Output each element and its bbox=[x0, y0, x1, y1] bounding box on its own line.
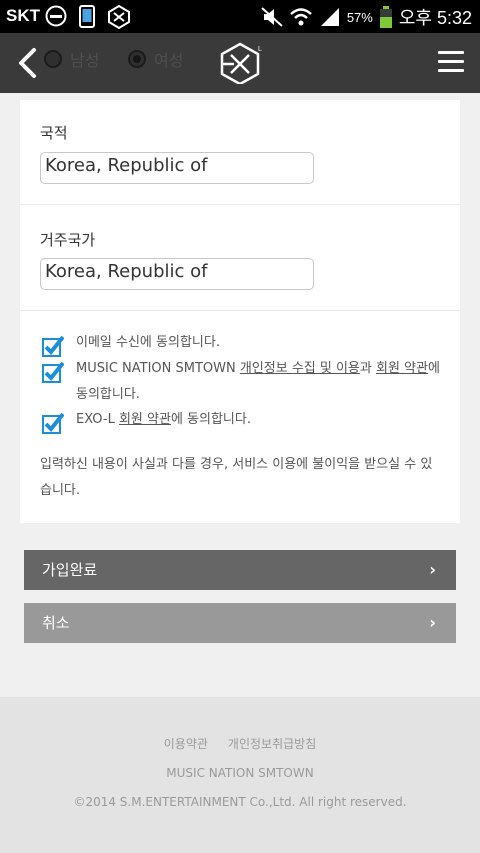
residence-select[interactable]: Korea, Republic of bbox=[40, 258, 314, 290]
agree-email-text: 이메일 수신에 동의합니다. bbox=[76, 335, 220, 350]
notice-text: 입력하신 내용이 사실과 다를 경우, 서비스 이용에 불이익을 받으실 수 있… bbox=[40, 457, 433, 498]
gender-female-label: 여성 bbox=[154, 51, 184, 70]
cancel-label: 취소 bbox=[42, 614, 70, 632]
status-bar: SKT 57% 오후 5:32 bbox=[0, 0, 480, 33]
nationality-section: 국적 Korea, Republic of bbox=[20, 100, 460, 205]
signup-form-card: 국적 Korea, Republic of 거주국가 Korea, Republ… bbox=[20, 100, 460, 523]
footer-copyright: ©2014 S.M.ENTERTAINMENT Co.,Ltd. All rig… bbox=[73, 795, 407, 809]
radio-female[interactable] bbox=[128, 50, 146, 68]
residence-section: 거주국가 Korea, Republic of bbox=[20, 205, 460, 311]
signal-icon bbox=[320, 8, 339, 26]
member-terms-link[interactable]: 회원 약관 bbox=[376, 361, 428, 376]
agree-exol-text: EXO-L 회원 약관에 동의합니다. bbox=[76, 412, 251, 427]
mute-icon bbox=[261, 7, 283, 27]
phone-icon bbox=[79, 5, 95, 28]
exo-l-logo-icon[interactable]: L bbox=[218, 42, 262, 84]
wifi-icon bbox=[289, 8, 312, 26]
agree-privacy-row: MUSIC NATION SMTOWN 개인정보 수집 및 이용과 회원 약관에… bbox=[42, 356, 448, 408]
nationality-select[interactable]: Korea, Republic of bbox=[40, 152, 314, 184]
gender-male-label: 남성 bbox=[70, 51, 100, 70]
top-header: 남성 여성 L bbox=[0, 33, 480, 93]
privacy-policy-link[interactable]: 개인정보 수집 및 이용 bbox=[240, 361, 360, 376]
footer-brand: MUSIC NATION SMTOWN bbox=[166, 766, 314, 780]
battery-percent: 57% bbox=[346, 9, 373, 25]
carrier-label: SKT bbox=[6, 6, 40, 25]
gender-option-male[interactable]: 남성 bbox=[44, 47, 99, 71]
privacy-link[interactable]: 개인정보취급방침 bbox=[228, 735, 316, 752]
svg-text:L: L bbox=[258, 46, 262, 53]
exol-terms-link[interactable]: 회원 약관 bbox=[119, 412, 171, 427]
checkbox-email-agree[interactable] bbox=[42, 336, 64, 358]
gender-option-female[interactable]: 여성 bbox=[128, 47, 183, 71]
hamburger-menu-icon[interactable] bbox=[438, 51, 464, 73]
signup-complete-button[interactable]: 가입완료 › bbox=[24, 550, 456, 590]
radio-male[interactable] bbox=[44, 50, 62, 68]
signup-complete-label: 가입완료 bbox=[42, 561, 98, 579]
battery-icon bbox=[379, 6, 392, 28]
terms-link[interactable]: 이용약관 bbox=[164, 735, 208, 752]
back-arrow-icon[interactable] bbox=[14, 47, 42, 79]
nationality-label: 국적 bbox=[40, 124, 68, 142]
residence-label: 거주국가 bbox=[40, 231, 96, 249]
agree-privacy-text: MUSIC NATION SMTOWN 개인정보 수집 및 이용과 회원 약관에… bbox=[76, 361, 440, 402]
chevron-right-icon: › bbox=[429, 560, 436, 579]
cancel-button[interactable]: 취소 › bbox=[24, 603, 456, 643]
status-right: 57% 오후 5:32 bbox=[261, 4, 472, 30]
agree-email-row: 이메일 수신에 동의합니다. bbox=[42, 330, 448, 358]
chevron-right-icon: › bbox=[429, 613, 436, 632]
checkbox-privacy-agree[interactable] bbox=[42, 362, 64, 384]
exo-app-icon bbox=[108, 5, 130, 29]
checkbox-exol-agree[interactable] bbox=[42, 413, 64, 435]
agree-exol-row: EXO-L 회원 약관에 동의합니다. bbox=[42, 407, 448, 435]
footer-links: 이용약관 개인정보취급방침 bbox=[0, 735, 480, 752]
clock: 오후 5:32 bbox=[398, 8, 472, 28]
footer: 이용약관 개인정보취급방침 MUSIC NATION SMTOWN ©2014 … bbox=[0, 697, 480, 853]
minus-circle-icon bbox=[45, 5, 67, 27]
